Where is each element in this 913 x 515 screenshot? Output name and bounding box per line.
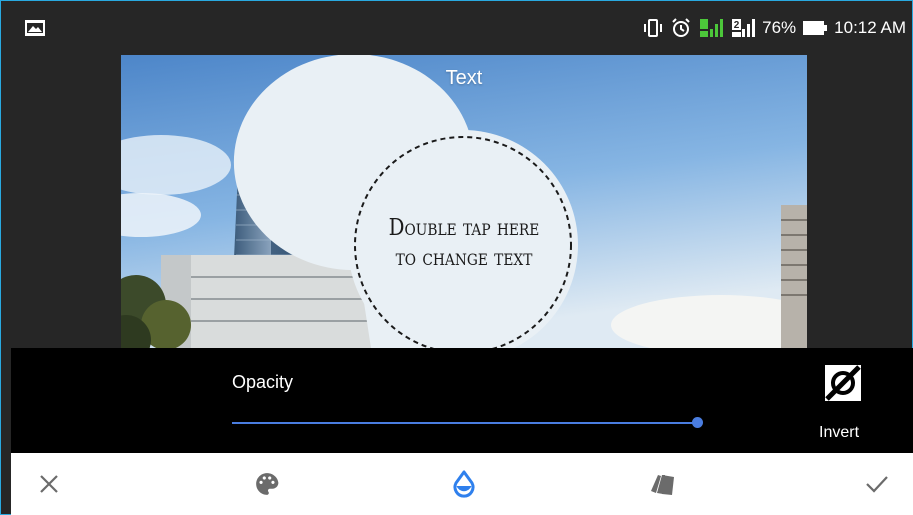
clock-time: 10:12 AM <box>834 18 906 37</box>
sim2-label: 2 <box>734 20 740 31</box>
signal-sim2-icon: 2 <box>732 19 756 37</box>
palette-icon <box>256 473 279 495</box>
invert-label[interactable]: Invert <box>819 424 859 442</box>
invert-icon[interactable] <box>825 365 861 401</box>
photo-image <box>121 55 807 348</box>
gallery-notification-icon <box>25 20 45 36</box>
signal-sim1-icon <box>700 19 724 37</box>
alarm-icon <box>672 18 690 37</box>
status-bar: 2 76% 10:12 AM <box>1 1 913 55</box>
opacity-drop-icon <box>453 470 475 498</box>
close-button[interactable] <box>19 453 79 515</box>
opacity-button[interactable] <box>434 453 494 515</box>
apply-button[interactable] <box>847 453 907 515</box>
bubble-text-line2: to change text <box>395 245 533 271</box>
bottom-toolbar <box>11 453 913 515</box>
vibrate-icon <box>644 19 663 37</box>
close-icon <box>40 475 58 493</box>
photo-title: Text <box>445 67 483 89</box>
bubble-text-line1: Double tap here <box>388 215 540 241</box>
app-frame: 2 76% 10:12 AM Text Double tap here to c… <box>0 0 913 515</box>
palette-button[interactable] <box>237 453 297 515</box>
battery-percent: 76% <box>762 18 797 37</box>
status-icons: 2 76% 10:12 AM <box>642 15 906 41</box>
photo-canvas[interactable]: Text Double tap here to change text <box>121 55 807 348</box>
opacity-panel: Opacity Invert <box>11 348 913 453</box>
bubble-text[interactable]: Double tap here to change text <box>374 213 555 273</box>
check-icon <box>866 476 888 493</box>
style-cards-icon <box>651 475 674 495</box>
opacity-slider-thumb[interactable] <box>691 417 703 428</box>
opacity-label: Opacity <box>232 372 294 392</box>
battery-icon <box>803 21 828 35</box>
style-button[interactable] <box>633 453 693 515</box>
opacity-slider-track[interactable] <box>232 422 697 424</box>
